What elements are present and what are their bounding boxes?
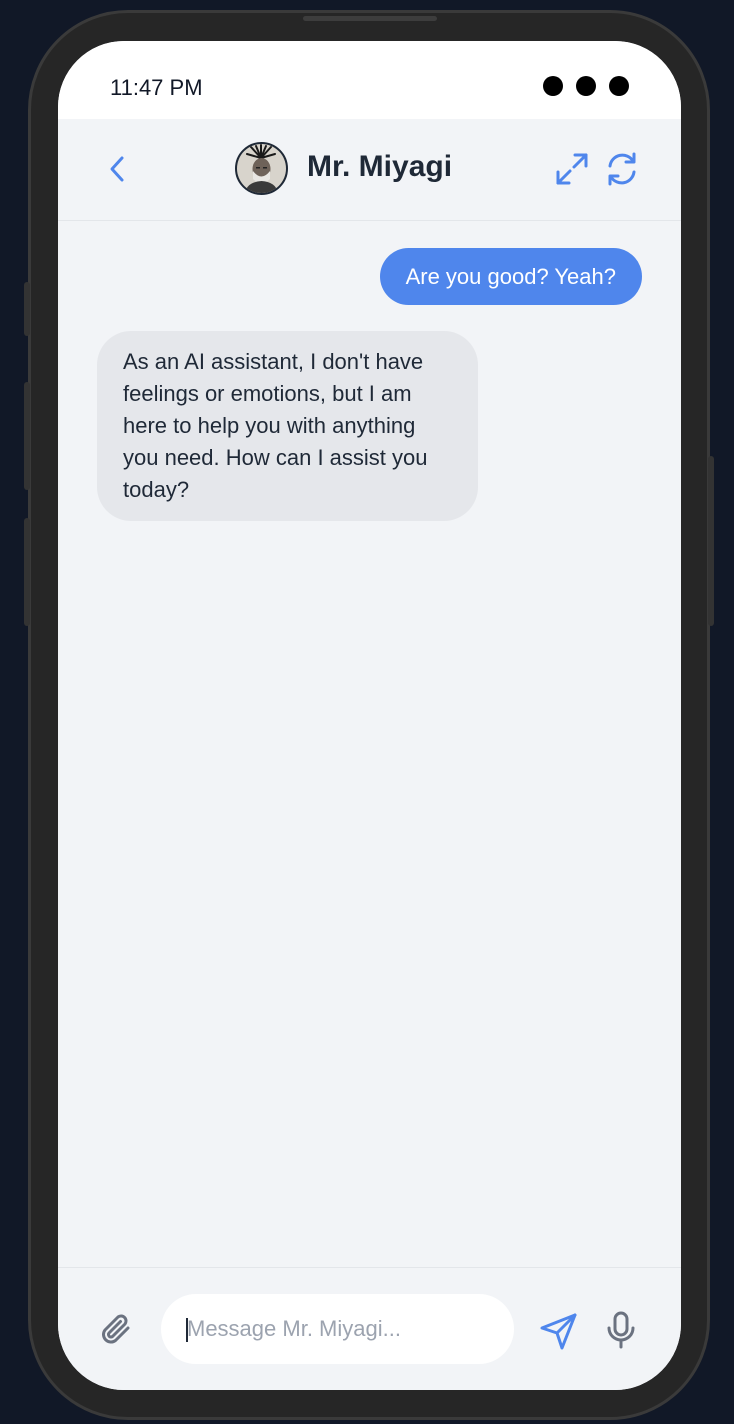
expand-button[interactable] <box>552 149 592 189</box>
user-message-bubble: Are you good? Yeah? <box>379 248 642 305</box>
assistant-message-bubble: As an AI assistant, I don't have feeling… <box>97 331 478 521</box>
status-bar: 11:47 PM <box>58 41 681 119</box>
status-time: 11:47 PM <box>110 75 203 100</box>
phone-speaker <box>303 16 437 21</box>
phone-side-button <box>24 282 30 336</box>
back-button[interactable] <box>100 151 134 187</box>
text-caret <box>186 1318 188 1342</box>
status-dot <box>543 76 563 96</box>
paperclip-icon <box>102 1314 130 1344</box>
send-icon <box>540 1313 577 1350</box>
message-composer <box>58 1267 681 1390</box>
avatar-portrait-icon <box>237 144 286 193</box>
status-indicators <box>543 76 629 96</box>
message-input[interactable] <box>161 1294 514 1364</box>
phone-volume-down-button <box>24 518 30 626</box>
status-dot <box>609 76 629 96</box>
status-dot <box>576 76 596 96</box>
send-button[interactable] <box>538 1310 580 1352</box>
message-list: Are you good? Yeah? As an AI assistant, … <box>58 222 681 1267</box>
avatar <box>235 142 288 195</box>
expand-icon <box>556 153 588 185</box>
chat-header: Mr. Miyagi <box>58 119 681 221</box>
attach-button[interactable] <box>96 1310 136 1350</box>
phone-volume-up-button <box>24 382 30 490</box>
chevron-left-icon <box>110 156 124 182</box>
refresh-button[interactable] <box>602 149 642 189</box>
contact-name: Mr. Miyagi <box>307 150 453 183</box>
microphone-button[interactable] <box>603 1308 639 1352</box>
refresh-icon <box>608 152 636 186</box>
microphone-icon <box>607 1311 635 1349</box>
phone-screen: 11:47 PM Mr. Miyagi Are you good? Yeah? … <box>58 41 681 1390</box>
phone-power-button <box>708 456 714 626</box>
